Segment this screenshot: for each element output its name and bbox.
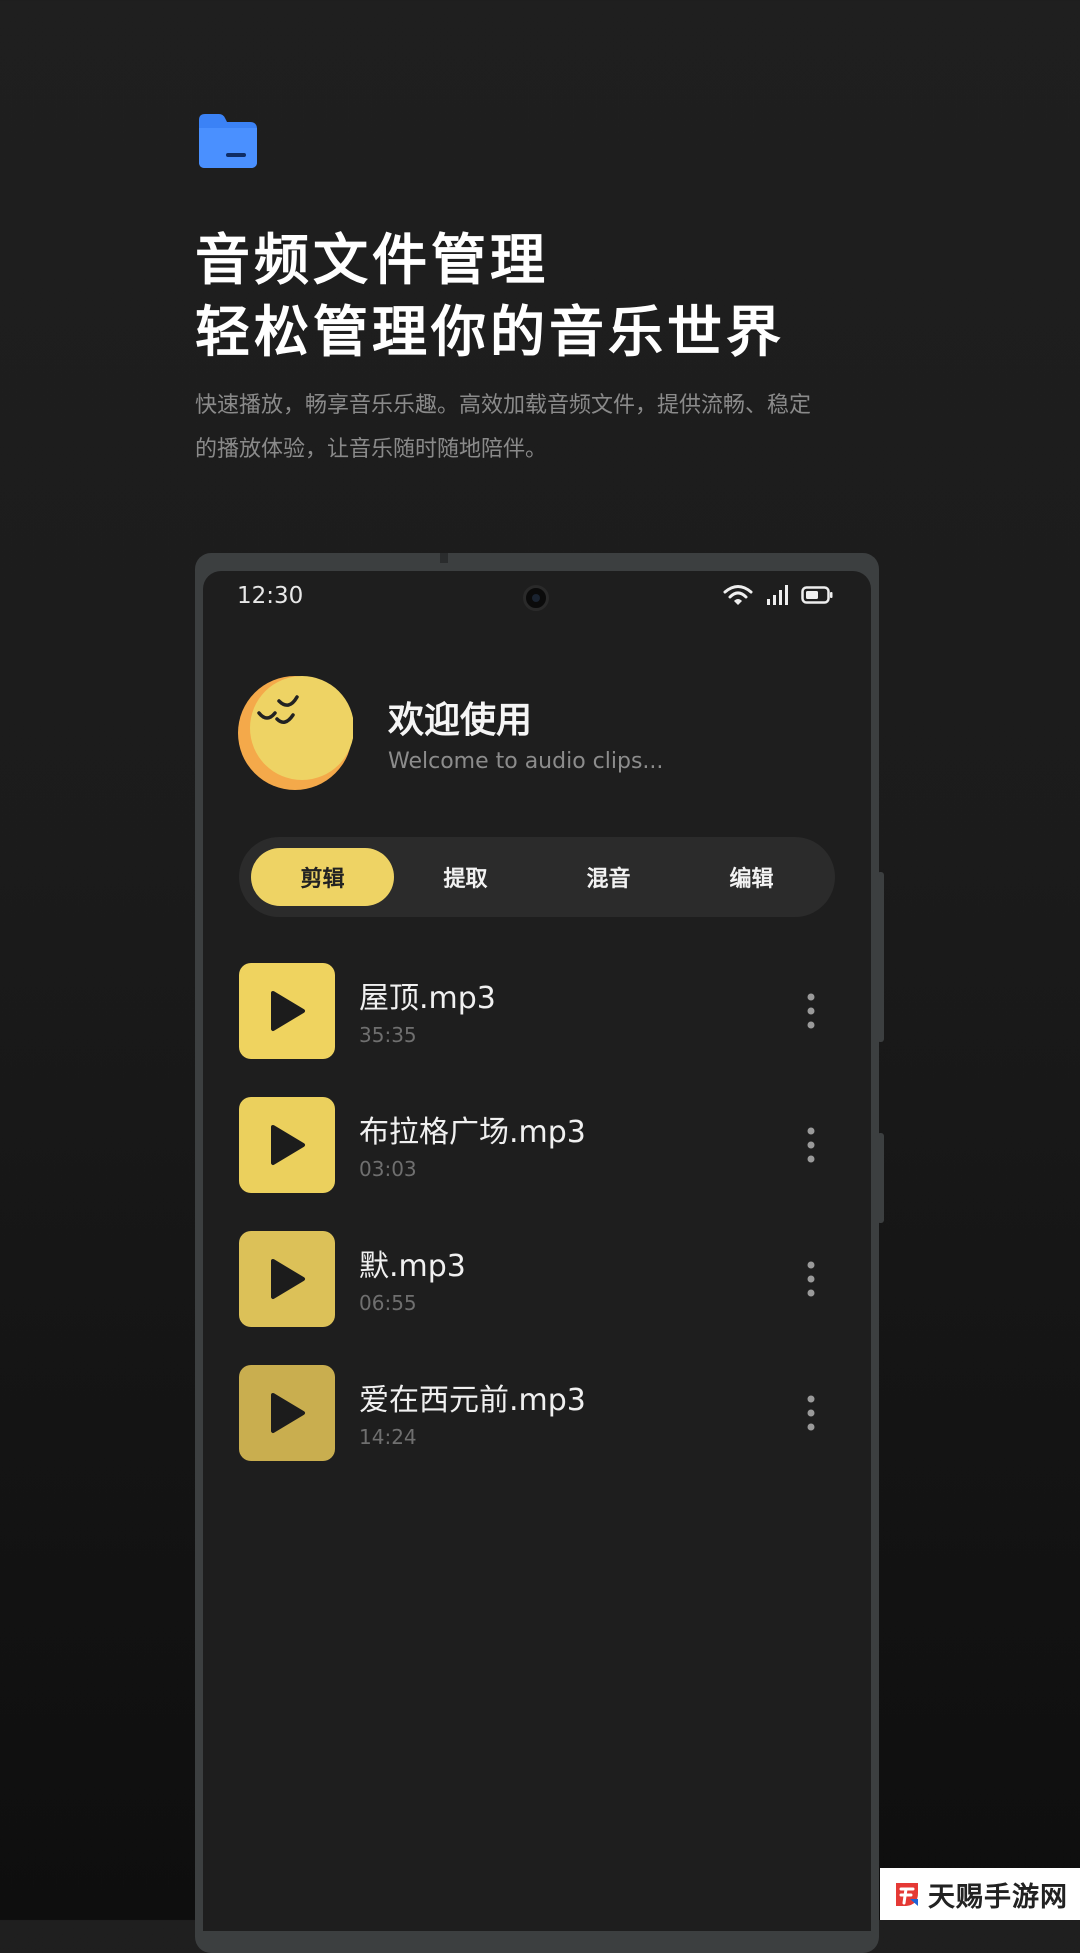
- phone-notch: [440, 553, 448, 563]
- watermark-text: 天赐手游网: [928, 1881, 1068, 1913]
- status-time: 12:30: [237, 583, 304, 609]
- description-line-2: 的播放体验，让音乐随时随地陪伴。: [195, 437, 548, 462]
- tab-extract[interactable]: 提取: [394, 848, 537, 906]
- function-tabs: 剪辑 提取 混音 编辑: [239, 837, 835, 917]
- sleepy-moon-face-icon: [238, 676, 353, 790]
- play-icon: [271, 991, 305, 1031]
- tab-edit[interactable]: 编辑: [680, 848, 823, 906]
- track-duration: 03:03: [359, 1157, 417, 1181]
- description-line-1: 快速播放，畅享音乐乐趣。高效加载音频文件，提供流畅、稳定: [195, 393, 812, 418]
- play-icon: [271, 1393, 305, 1433]
- signal-icon: [767, 585, 788, 605]
- tab-clip[interactable]: 剪辑: [251, 848, 394, 906]
- list-item[interactable]: 布拉格广场.mp3 03:03: [239, 1097, 835, 1193]
- welcome-subtitle: Welcome to audio clips...: [388, 749, 664, 774]
- more-options-icon[interactable]: [801, 1259, 821, 1299]
- headline-line-1: 音频文件管理: [195, 228, 550, 292]
- list-item[interactable]: 默.mp3 06:55: [239, 1231, 835, 1327]
- promo-headline: 音频文件管理 轻松管理你的音乐世界: [195, 224, 785, 368]
- track-title: 屋顶.mp3: [359, 981, 496, 1016]
- wifi-icon: [723, 585, 753, 605]
- more-options-icon[interactable]: [801, 991, 821, 1031]
- status-icons: [723, 583, 833, 607]
- more-options-icon[interactable]: [801, 1125, 821, 1165]
- volume-button: [877, 872, 884, 1042]
- list-item[interactable]: 屋顶.mp3 35:35: [239, 963, 835, 1059]
- tab-mix[interactable]: 混音: [537, 848, 680, 906]
- promo-description: 快速播放，畅享音乐乐趣。高效加载音频文件，提供流畅、稳定 的播放体验，让音乐随时…: [195, 384, 895, 472]
- track-duration: 35:35: [359, 1023, 417, 1047]
- phone-screen: 12:30 欢迎使用 Welcome to audio clips... 剪辑: [203, 571, 871, 1931]
- list-item[interactable]: 爱在西元前.mp3 14:24: [239, 1365, 835, 1461]
- watermark: 天赐手游网: [880, 1868, 1080, 1920]
- play-button[interactable]: [239, 963, 335, 1059]
- folder-icon: [199, 114, 257, 168]
- play-icon: [271, 1125, 305, 1165]
- track-title: 布拉格广场.mp3: [359, 1115, 586, 1150]
- welcome-title: 欢迎使用: [388, 700, 533, 741]
- track-title: 默.mp3: [359, 1249, 466, 1284]
- watermark-logo-icon: [896, 1883, 918, 1906]
- track-duration: 06:55: [359, 1291, 417, 1315]
- track-duration: 14:24: [359, 1425, 417, 1449]
- play-button[interactable]: [239, 1231, 335, 1327]
- track-title: 爱在西元前.mp3: [359, 1383, 586, 1418]
- play-button[interactable]: [239, 1097, 335, 1193]
- play-button[interactable]: [239, 1365, 335, 1461]
- headline-line-2: 轻松管理你的音乐世界: [195, 300, 786, 364]
- front-camera: [523, 585, 549, 611]
- power-button: [877, 1133, 884, 1223]
- battery-icon: [801, 586, 833, 604]
- play-icon: [271, 1259, 305, 1299]
- more-options-icon[interactable]: [801, 1393, 821, 1433]
